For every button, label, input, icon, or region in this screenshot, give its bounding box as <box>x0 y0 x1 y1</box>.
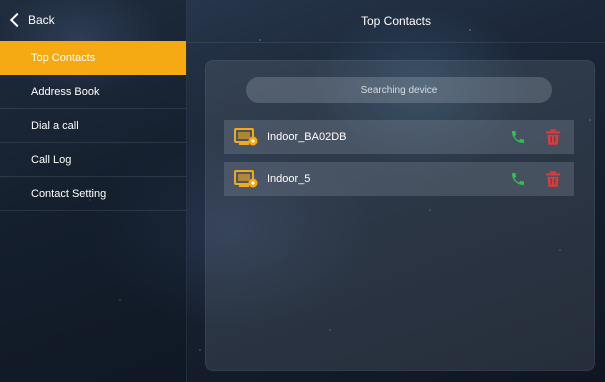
sidebar-item-top-contacts[interactable]: Top Contacts <box>0 41 186 75</box>
back-button[interactable]: Back <box>0 0 186 40</box>
search-status-text: Searching device <box>360 84 438 96</box>
sidebar-item-address-book[interactable]: Address Book <box>0 75 186 109</box>
phone-call-icon[interactable] <box>510 171 526 187</box>
page-header: Top Contacts <box>187 0 605 43</box>
contact-name: Indoor_5 <box>267 173 311 185</box>
contact-name: Indoor_BA02DB <box>267 131 347 143</box>
sidebar-item-label: Dial a call <box>31 119 79 132</box>
chevron-left-icon <box>9 12 25 28</box>
sidebar-menu: Top Contacts Address Book Dial a call Ca… <box>0 41 186 211</box>
trash-icon[interactable] <box>546 171 560 187</box>
phone-call-icon[interactable] <box>510 129 526 145</box>
indoor-monitor-icon <box>234 128 258 146</box>
contacts-panel: Searching device Indoor_BA02DB Indoor_5 <box>205 60 595 371</box>
contact-row[interactable]: Indoor_5 <box>224 162 574 196</box>
sidebar-item-call-log[interactable]: Call Log <box>0 143 186 177</box>
sidebar: Back Top Contacts Address Book Dial a ca… <box>0 0 187 382</box>
contact-row[interactable]: Indoor_BA02DB <box>224 120 574 154</box>
sidebar-item-label: Call Log <box>31 153 72 166</box>
sidebar-item-label: Address Book <box>31 85 100 98</box>
trash-icon[interactable] <box>546 129 560 145</box>
page-title: Top Contacts <box>360 14 432 28</box>
sidebar-item-label: Contact Setting <box>31 187 107 200</box>
sidebar-item-dial-a-call[interactable]: Dial a call <box>0 109 186 143</box>
search-status-bar[interactable]: Searching device <box>246 77 552 103</box>
indoor-monitor-icon <box>234 170 258 188</box>
sidebar-item-contact-setting[interactable]: Contact Setting <box>0 177 186 211</box>
sidebar-item-label: Top Contacts <box>31 52 96 64</box>
back-label: Back <box>28 13 55 27</box>
